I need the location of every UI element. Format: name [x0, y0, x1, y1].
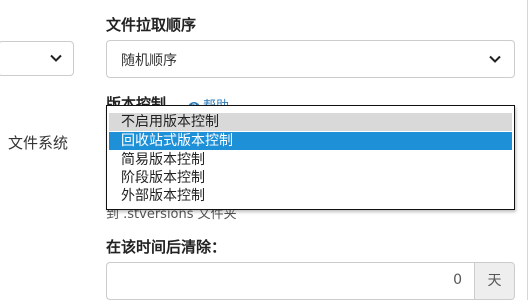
left-select[interactable] — [0, 41, 74, 76]
version-option-staggered[interactable]: 阶段版本控制 — [109, 169, 512, 187]
version-option-none[interactable]: 不启用版本控制 — [109, 113, 512, 131]
file-pull-order-select[interactable]: 随机顺序 — [106, 40, 515, 78]
file-pull-order-value: 随机顺序 — [121, 53, 177, 69]
version-control-dropdown[interactable]: 不启用版本控制 回收站式版本控制 简易版本控制 阶段版本控制 外部版本控制 — [106, 105, 515, 210]
cleanup-days-value: 0 — [453, 272, 462, 288]
cleanup-label: 在该时间后清除： — [106, 238, 227, 256]
chevron-down-icon — [50, 54, 62, 62]
version-option-external[interactable]: 外部版本控制 — [109, 187, 512, 205]
panel-right-border — [527, 0, 528, 300]
version-option-trashcan[interactable]: 回收站式版本控制 — [109, 132, 512, 150]
cleanup-unit-addon: 天 — [474, 262, 515, 300]
cleanup-days-input[interactable]: 0 — [106, 262, 474, 300]
file-pull-order-label: 文件拉取顺序 — [106, 16, 197, 34]
version-option-simple[interactable]: 简易版本控制 — [109, 151, 512, 169]
chevron-down-icon — [489, 55, 501, 63]
side-label: 文件系统 — [8, 134, 69, 152]
